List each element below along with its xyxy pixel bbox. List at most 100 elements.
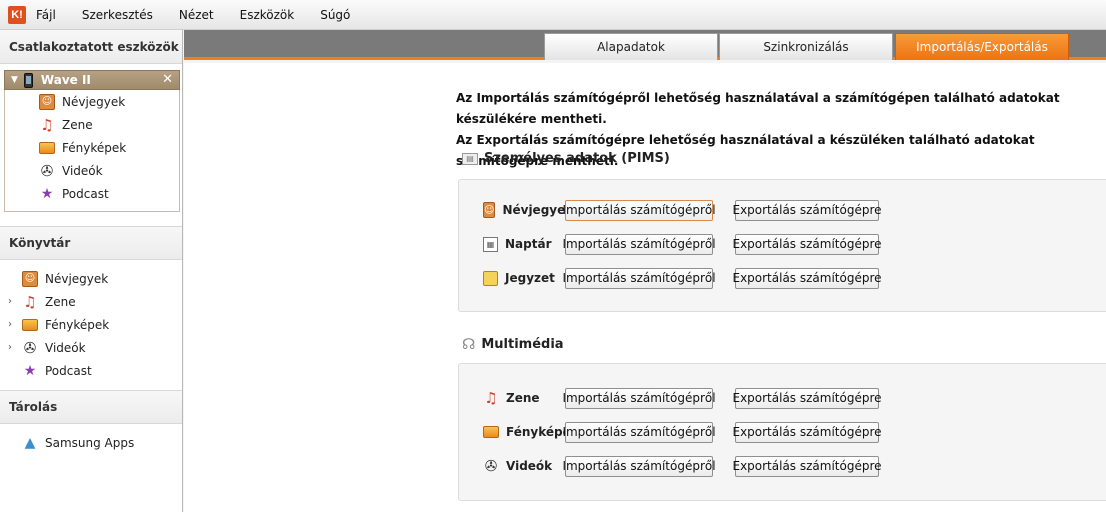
device-item-photos[interactable]: Fényképek	[5, 136, 179, 159]
row-label: ☺ Névjegyek	[483, 202, 573, 218]
music-icon: ♫	[23, 292, 37, 311]
export-contacts-button[interactable]: Exportálás számítógépre	[732, 199, 882, 221]
media-row-photos: Fényképek Importálás számítógépről Expor…	[483, 421, 882, 443]
device-tree: ☺ Névjegyek ♫ Zene Fényképek ✇ Videók ★ …	[4, 90, 180, 212]
music-icon: ♫	[40, 115, 54, 134]
tree-label: Videók	[62, 163, 103, 178]
row-label: ▦ Naptár	[483, 236, 565, 252]
photos-icon	[39, 141, 55, 154]
close-icon[interactable]: ✕	[162, 72, 173, 87]
menu-tools[interactable]: Eszközök	[240, 8, 295, 22]
storage-tree: ▲ Samsung Apps	[0, 424, 182, 454]
pims-panel: ☺ Névjegyek Importálás számítógépről Exp…	[458, 179, 1106, 312]
tab-basic-data[interactable]: Alapadatok	[544, 33, 718, 60]
library-item-videos[interactable]: › ✇ Videók	[0, 336, 182, 359]
film-reel-icon: ✇	[40, 161, 54, 180]
intro-line-1: Az Importálás számítógépről lehetőség ha…	[456, 91, 1060, 126]
chevron-right-icon[interactable]: ›	[8, 342, 18, 353]
export-memo-button[interactable]: Exportálás számítógépre	[732, 267, 882, 289]
tree-label: Fényképek	[62, 140, 127, 155]
pims-title-text: Személyes adatok (PIMS)	[484, 151, 670, 166]
music-icon: ♫	[484, 389, 498, 407]
storage-item-samsung-apps[interactable]: ▲ Samsung Apps	[0, 431, 182, 454]
samsung-apps-icon: ▲	[24, 434, 36, 451]
phone-icon	[23, 72, 33, 88]
tree-label: Névjegyek	[62, 94, 126, 109]
device-item-music[interactable]: ♫ Zene	[5, 113, 179, 136]
app-logo-icon: K!	[8, 5, 26, 24]
chevron-down-icon[interactable]: ▼	[11, 75, 18, 85]
import-memo-button[interactable]: Importálás számítógépről	[562, 267, 716, 289]
import-videos-button[interactable]: Importálás számítógépről	[562, 455, 716, 477]
device-name: Wave II	[40, 73, 91, 87]
calendar-icon: ▦	[483, 236, 498, 252]
photos-icon-wrap	[39, 140, 55, 156]
row-label-text: Videók	[506, 459, 553, 473]
import-music-button[interactable]: Importálás számítógépről	[562, 387, 716, 409]
library-tree: ☺ Névjegyek › ♫ Zene › Fényképek › ✇ Vid…	[0, 260, 182, 382]
main-content: Az Importálás számítógépről lehetőség ha…	[184, 63, 1106, 512]
film-reel-icon: ✇	[484, 457, 498, 475]
tree-label: Névjegyek	[45, 271, 109, 286]
row-label: Fényképek	[483, 424, 579, 440]
chevron-right-icon[interactable]: ›	[8, 296, 18, 307]
export-calendar-button[interactable]: Exportálás számítógépre	[732, 233, 882, 255]
pims-row-contacts: ☺ Névjegyek Importálás számítógépről Exp…	[483, 199, 882, 221]
import-photos-button[interactable]: Importálás számítógépről	[562, 421, 716, 443]
row-label-text: Naptár	[505, 237, 552, 251]
menu-bar: K! Fájl Szerkesztés Nézet Eszközök Súgó	[0, 0, 1106, 30]
chevron-right-icon[interactable]: ›	[8, 319, 18, 330]
device-item-wave-ii[interactable]: ▼ Wave II ✕	[4, 70, 180, 90]
export-photos-button[interactable]: Exportálás számítógépre	[732, 421, 882, 443]
tree-label: Podcast	[62, 186, 109, 201]
import-contacts-button[interactable]: Importálás számítógépről	[562, 199, 716, 221]
row-label-text: Jegyzet	[505, 271, 555, 285]
tree-label: Videók	[45, 340, 86, 355]
sidebar: Csatlakoztatott eszközök ▼ Wave II ✕ ☺ N…	[0, 30, 183, 512]
library-header: Könyvtár	[0, 226, 182, 260]
menu-view[interactable]: Nézet	[179, 8, 214, 22]
storage-header: Tárolás	[0, 390, 182, 424]
photos-icon-wrap	[22, 317, 38, 333]
menu-help[interactable]: Súgó	[320, 8, 350, 22]
row-label: ✇ Videók	[483, 457, 565, 475]
device-item-contacts[interactable]: ☺ Névjegyek	[5, 90, 179, 113]
device-item-podcast[interactable]: ★ Podcast	[5, 182, 179, 205]
podcast-icon: ★	[23, 362, 37, 379]
photos-icon	[483, 426, 499, 438]
tab-sync[interactable]: Szinkronizálás	[719, 33, 893, 60]
pims-section-title: ▤ Személyes adatok (PIMS)	[462, 151, 670, 166]
headphones-icon: ☊	[462, 335, 476, 353]
photos-icon-wrap	[483, 424, 499, 440]
pims-row-calendar: ▦ Naptár Importálás számítógépről Export…	[483, 233, 882, 255]
export-videos-button[interactable]: Exportálás számítógépre	[732, 455, 882, 477]
row-label: ♫ Zene	[483, 389, 565, 407]
menu-edit[interactable]: Szerkesztés	[82, 8, 153, 22]
note-icon	[483, 270, 498, 286]
tab-import-export[interactable]: Importálás/Exportálás	[895, 33, 1069, 60]
import-calendar-button[interactable]: Importálás számítógépről	[562, 233, 716, 255]
library-item-contacts[interactable]: ☺ Névjegyek	[0, 267, 182, 290]
connected-devices-header: Csatlakoztatott eszközök	[0, 30, 182, 64]
contacts-icon: ☺	[22, 270, 38, 287]
podcast-icon: ★	[40, 185, 54, 202]
tree-label: Samsung Apps	[45, 435, 135, 450]
export-music-button[interactable]: Exportálás számítógépre	[732, 387, 882, 409]
film-reel-icon: ✇	[23, 338, 37, 357]
contacts-icon: ☺	[483, 202, 496, 218]
library-item-photos[interactable]: › Fényképek	[0, 313, 182, 336]
library-item-podcast[interactable]: ★ Podcast	[0, 359, 182, 382]
multimedia-title-text: Multimédia	[481, 336, 564, 352]
menu-file[interactable]: Fájl	[36, 8, 56, 22]
tree-label: Podcast	[45, 363, 92, 378]
id-card-icon: ▤	[462, 152, 478, 165]
tree-label: Zene	[45, 294, 76, 309]
row-label-text: Zene	[506, 391, 540, 405]
contacts-icon: ☺	[39, 93, 55, 110]
row-label: Jegyzet	[483, 270, 565, 286]
photos-icon	[22, 318, 38, 331]
tab-strip: Alapadatok Szinkronizálás Importálás/Exp…	[184, 30, 1106, 60]
device-item-videos[interactable]: ✇ Videók	[5, 159, 179, 182]
tree-label: Fényképek	[45, 317, 110, 332]
library-item-music[interactable]: › ♫ Zene	[0, 290, 182, 313]
